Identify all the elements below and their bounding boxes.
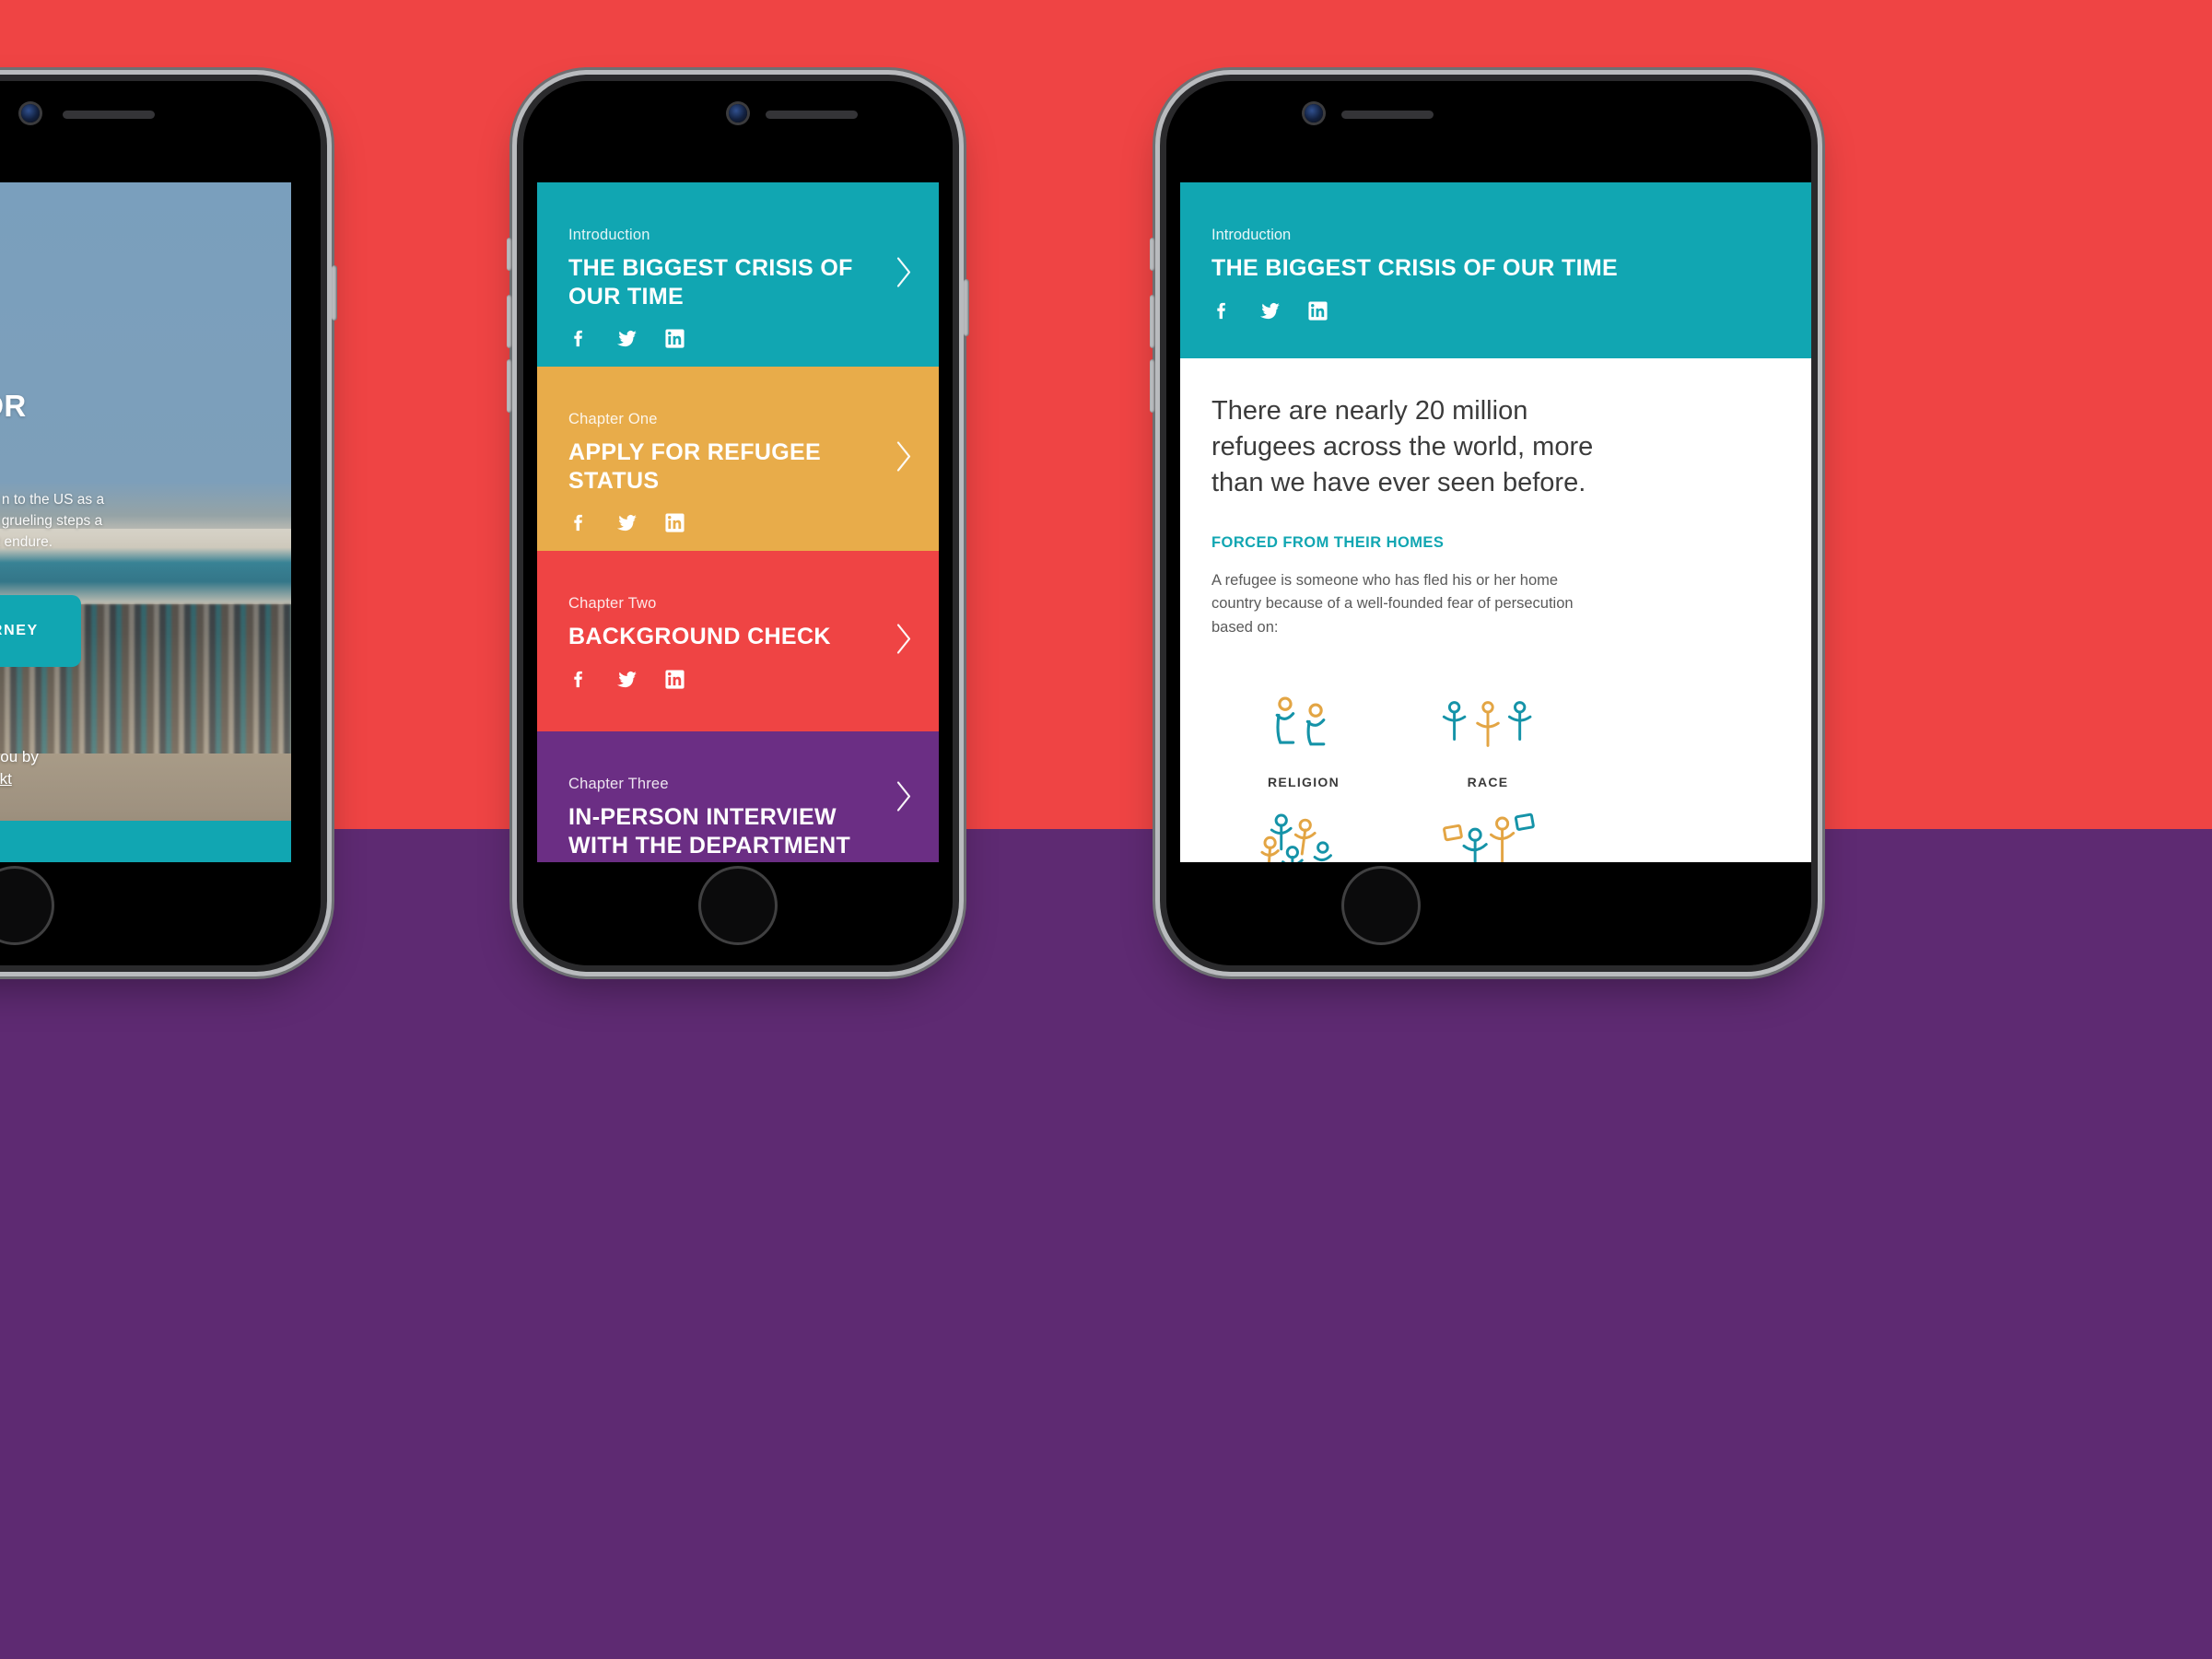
screen-left: BRACE FUGEES LONG SEARCH FOR A NEW HOME … xyxy=(0,182,291,862)
chapter-kicker: Chapter Two xyxy=(568,595,657,612)
bottom-teal-bar xyxy=(0,821,291,862)
persecution-reasons-grid: RELIGION RACE xyxy=(1211,683,1580,862)
figures-with-flags-icon xyxy=(1396,800,1580,862)
hyperakt-link[interactable]: Hyperakt xyxy=(0,770,12,788)
earpiece-speaker xyxy=(63,111,155,119)
linkedin-icon[interactable] xyxy=(664,669,685,690)
reason-cell: RACE xyxy=(1396,683,1580,789)
home-button[interactable] xyxy=(698,866,778,945)
article-title: THE BIGGEST CRISIS OF OUR TIME xyxy=(1211,255,1619,281)
phone-mockup-middle: Introduction THE BIGGEST CRISIS OF OUR TI… xyxy=(507,81,969,965)
twitter-icon[interactable] xyxy=(616,669,638,690)
chapter-title: THE BIGGEST CRISIS OF OUR TIME xyxy=(568,255,853,310)
front-camera-icon xyxy=(729,104,747,123)
facebook-icon[interactable] xyxy=(568,328,590,349)
social-share-row xyxy=(568,512,907,533)
volume-down-button[interactable] xyxy=(507,359,512,413)
mute-switch[interactable] xyxy=(507,238,512,271)
phone-right-body: Introduction THE BIGGEST CRISIS OF OUR T… xyxy=(1166,81,1811,965)
earpiece-speaker xyxy=(766,111,858,119)
screen-right: Introduction THE BIGGEST CRISIS OF OUR T… xyxy=(1180,182,1811,862)
footer-credit-text: s initiative is brought to you by xyxy=(0,748,39,765)
hero-subhead: ual is 13 times more likely to gain admi… xyxy=(0,492,105,550)
start-the-journey-button[interactable]: START THE JOURNEY xyxy=(0,595,81,667)
chapter-card[interactable]: Chapter Three IN-PERSON INTERVIEW WITH TH… xyxy=(537,731,939,862)
background-bottom-purple xyxy=(0,829,2212,1659)
section-kicker: FORCED FROM THEIR HOMES xyxy=(1211,533,1445,551)
linkedin-icon[interactable] xyxy=(664,328,685,349)
twitter-icon[interactable] xyxy=(616,328,638,349)
social-share-row xyxy=(568,669,907,690)
reason-cell xyxy=(1396,800,1580,862)
article-kicker: Introduction xyxy=(1211,227,1292,243)
reason-cell xyxy=(1211,800,1396,862)
chevron-right-icon[interactable] xyxy=(895,623,915,660)
mute-switch[interactable] xyxy=(1150,238,1155,271)
facebook-icon[interactable] xyxy=(568,669,590,690)
power-button[interactable] xyxy=(964,279,969,336)
two-figures-praying-icon xyxy=(1211,683,1396,765)
chevron-right-icon[interactable] xyxy=(895,440,915,478)
phone-mockup-right: Introduction THE BIGGEST CRISIS OF OUR T… xyxy=(1150,81,1811,965)
social-share-row xyxy=(568,328,907,349)
chevron-right-icon[interactable] xyxy=(895,256,915,294)
power-button[interactable] xyxy=(332,265,337,321)
chapter-card[interactable]: Chapter Two BACKGROUND CHECK xyxy=(537,551,939,731)
chapter-card[interactable]: Introduction THE BIGGEST CRISIS OF OUR TI… xyxy=(537,182,939,367)
article-lead-paragraph: There are nearly 20 million refugees acr… xyxy=(1211,395,1594,497)
group-of-figures-icon xyxy=(1211,800,1396,862)
volume-down-button[interactable] xyxy=(1150,359,1155,413)
chapter-kicker: Introduction xyxy=(568,227,650,243)
chapter-title: BACKGROUND CHECK xyxy=(568,624,831,649)
linkedin-icon[interactable] xyxy=(664,512,685,533)
hero-headline: LONG SEARCH FOR A NEW HOME xyxy=(0,389,27,423)
linkedin-icon[interactable] xyxy=(1307,300,1328,321)
chapter-list: Introduction THE BIGGEST CRISIS OF OUR TI… xyxy=(537,182,939,862)
chapter-title: IN-PERSON INTERVIEW WITH THE DEPARTMENT … xyxy=(568,804,851,862)
background-top-red xyxy=(0,0,2212,829)
reason-cell: RELIGION xyxy=(1211,683,1396,789)
reason-label: RACE xyxy=(1467,774,1509,789)
article-body: There are nearly 20 million refugees acr… xyxy=(1180,357,1811,862)
volume-up-button[interactable] xyxy=(507,295,512,348)
reason-label: RELIGION xyxy=(1267,774,1340,789)
home-button[interactable] xyxy=(0,866,54,945)
social-share-row xyxy=(1211,300,1811,321)
chapter-card[interactable]: Chapter One APPLY FOR REFUGEE STATUS xyxy=(537,367,939,551)
chevron-right-icon[interactable] xyxy=(895,779,915,817)
volume-up-button[interactable] xyxy=(1150,295,1155,348)
three-figures-icon xyxy=(1396,683,1580,765)
home-button[interactable] xyxy=(1341,866,1421,945)
facebook-icon[interactable] xyxy=(568,512,590,533)
phone-mockup-left: BRACE FUGEES LONG SEARCH FOR A NEW HOME … xyxy=(0,81,337,965)
front-camera-icon xyxy=(21,104,40,123)
front-camera-icon xyxy=(1305,104,1323,123)
chapter-title: APPLY FOR REFUGEE STATUS xyxy=(568,439,822,494)
phone-left-body: BRACE FUGEES LONG SEARCH FOR A NEW HOME … xyxy=(0,81,321,965)
chapter-kicker: Chapter Three xyxy=(568,776,669,792)
article-paragraph: A refugee is someone who has fled his or… xyxy=(1211,571,1574,637)
earpiece-speaker xyxy=(1341,111,1434,119)
chapter-kicker: Chapter One xyxy=(568,411,658,427)
twitter-icon[interactable] xyxy=(1259,300,1281,321)
phone-middle-body: Introduction THE BIGGEST CRISIS OF OUR TI… xyxy=(523,81,953,965)
twitter-icon[interactable] xyxy=(616,512,638,533)
footer-credit: s initiative is brought to you by Ad Cou… xyxy=(0,746,146,790)
facebook-icon[interactable] xyxy=(1211,300,1233,321)
article-header[interactable]: Introduction THE BIGGEST CRISIS OF OUR T… xyxy=(1180,182,1811,358)
